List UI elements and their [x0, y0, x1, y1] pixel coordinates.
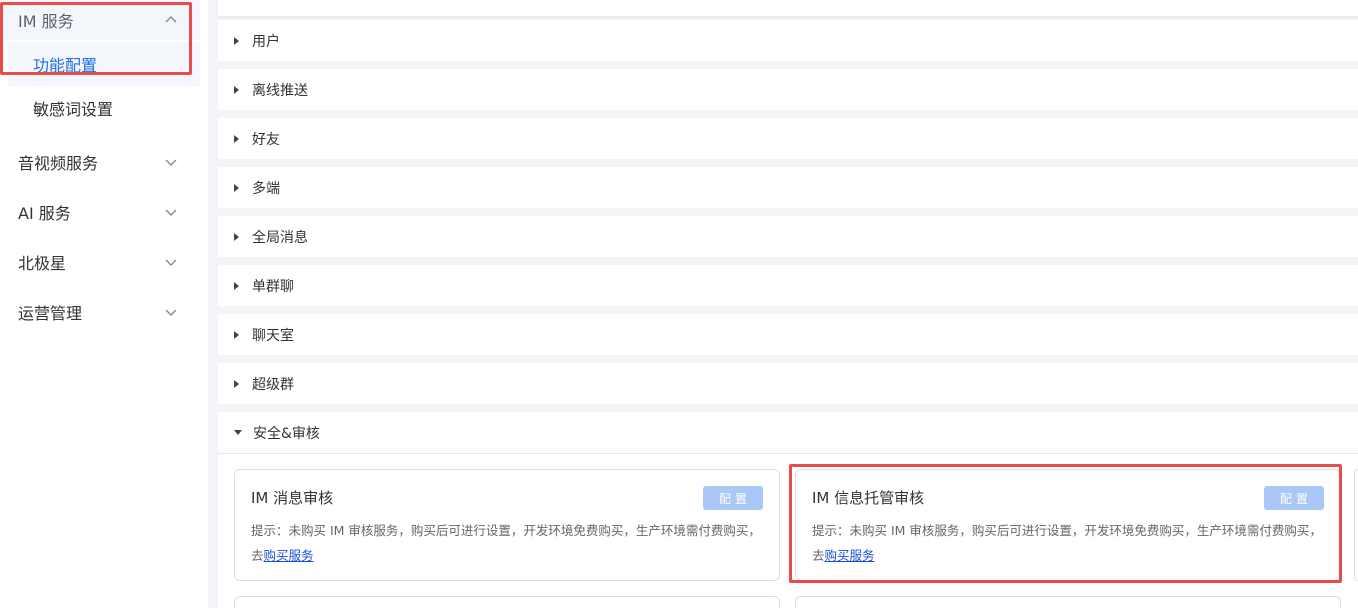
nav-group-polaris[interactable]: 北极星	[0, 242, 200, 282]
section-label: 单群聊	[252, 278, 294, 295]
nav-group-label: 音视频服务	[18, 154, 99, 173]
caret-right-icon	[234, 134, 239, 143]
caret-down-icon	[234, 430, 242, 435]
caret-right-icon	[234, 330, 239, 339]
section-friends[interactable]: 好友	[218, 118, 1358, 159]
section-label: 安全&审核	[253, 425, 320, 442]
nav-item-label: 功能配置	[33, 56, 98, 75]
section-label: 多端	[252, 180, 280, 197]
section-offline-push[interactable]: 离线推送	[218, 69, 1358, 110]
caret-right-icon	[234, 281, 239, 290]
card-description: 提示：未购买 IM 审核服务，购买后可进行设置，开发环境免费购买，生产环境需付费…	[251, 518, 763, 568]
nav-group-label: 运营管理	[18, 304, 83, 323]
buy-service-link[interactable]: 购买服务	[825, 548, 875, 563]
caret-right-icon	[234, 232, 239, 241]
card-hint-text: 提示：未购买 IM 审核服务，购买后可进行设置，开发环境免费购买，生产环境需付费…	[812, 523, 1322, 563]
nav-group-av-service[interactable]: 音视频服务	[0, 142, 200, 182]
section-super-group[interactable]: 超级群	[218, 363, 1358, 404]
caret-right-icon	[234, 183, 239, 192]
section-label: 用户	[252, 33, 280, 50]
nav-group-label: IM 服务	[18, 12, 74, 31]
section-users[interactable]: 用户	[218, 20, 1358, 61]
section-label: 全局消息	[252, 229, 308, 246]
config-button[interactable]: 配置	[1264, 486, 1324, 510]
nav-group-im-service[interactable]: IM 服务	[0, 0, 200, 40]
section-label: 超级群	[252, 376, 294, 393]
section-label: 聊天室	[252, 327, 294, 344]
card-partial	[1354, 469, 1358, 581]
section-label: 好友	[252, 131, 280, 148]
nav-item-feature-config[interactable]: 功能配置	[8, 42, 200, 86]
section-label: 离线推送	[252, 82, 308, 99]
nav-group-label: AI 服务	[18, 204, 71, 223]
chevron-down-icon	[165, 259, 177, 266]
caret-right-icon	[234, 85, 239, 94]
nav-group-ai-service[interactable]: AI 服务	[0, 192, 200, 232]
nav-item-label: 敏感词设置	[33, 100, 114, 119]
section-chatroom[interactable]: 聊天室	[218, 314, 1358, 355]
card-title: IM 信息托管审核	[812, 489, 925, 507]
card-description: 提示：未购买 IM 审核服务，购买后可进行设置，开发环境免费购买，生产环境需付费…	[812, 518, 1324, 568]
buy-service-link[interactable]: 购买服务	[264, 548, 314, 563]
card-im-message-review: IM 消息审核 配置 提示：未购买 IM 审核服务，购买后可进行设置，开发环境免…	[234, 469, 780, 581]
chevron-down-icon	[165, 159, 177, 166]
nav-group-label: 北极星	[18, 254, 67, 273]
card-partial	[234, 596, 780, 608]
top-panel	[218, 0, 1358, 16]
card-title: IM 消息审核	[251, 489, 334, 507]
section-global-messages[interactable]: 全局消息	[218, 216, 1358, 257]
card-im-hosted-review: IM 信息托管审核 配置 提示：未购买 IM 审核服务，购买后可进行设置，开发环…	[795, 469, 1341, 581]
caret-right-icon	[234, 379, 239, 388]
section-multi-device[interactable]: 多端	[218, 167, 1358, 208]
config-button[interactable]: 配置	[703, 486, 763, 510]
section-single-group-chat[interactable]: 单群聊	[218, 265, 1358, 306]
chevron-down-icon	[165, 209, 177, 216]
nav-group-operations[interactable]: 运营管理	[0, 292, 200, 332]
sidebar: IM 服务 功能配置 敏感词设置 音视频服务 AI 服务 北极星 运营管理	[0, 0, 208, 608]
chevron-down-icon	[165, 309, 177, 316]
nav-item-sensitive-words[interactable]: 敏感词设置	[8, 86, 200, 130]
caret-right-icon	[234, 36, 239, 45]
section-security-review[interactable]: 安全&审核	[218, 412, 1358, 453]
divider	[218, 453, 1358, 454]
card-hint-text: 提示：未购买 IM 审核服务，购买后可进行设置，开发环境免费购买，生产环境需付费…	[251, 523, 761, 563]
chevron-up-icon	[165, 16, 177, 23]
card-partial	[795, 596, 1341, 608]
